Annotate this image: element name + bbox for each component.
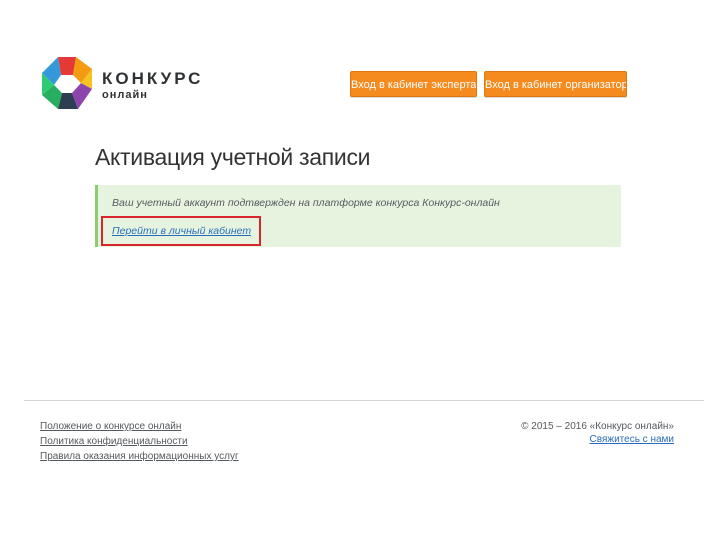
page-title: Активация учетной записи xyxy=(95,144,371,170)
organizer-login-button[interactable]: Вход в кабинет организатора xyxy=(484,71,627,97)
footer-divider xyxy=(24,400,704,401)
logo-flower-icon xyxy=(42,57,92,109)
success-notice: Ваш учетный аккаунт подтвержден на платф… xyxy=(95,185,621,247)
copyright-text: © 2015 – 2016 «Конкурс онлайн» xyxy=(521,421,674,432)
footer-link-regulations[interactable]: Положение о конкурсе онлайн xyxy=(40,421,181,432)
expert-login-button[interactable]: Вход в кабинет эксперта xyxy=(350,71,477,97)
personal-cabinet-link[interactable]: Перейти в личный кабинет xyxy=(112,225,251,237)
contact-link[interactable]: Свяжитесь с нами xyxy=(590,434,674,445)
footer-link-terms[interactable]: Правила оказания информационных услуг xyxy=(40,451,239,462)
footer-link-privacy[interactable]: Политика конфиденциальности xyxy=(40,436,188,447)
logo-subtitle: онлайн xyxy=(102,89,148,101)
notice-text: Ваш учетный аккаунт подтвержден на платф… xyxy=(112,197,500,209)
site-logo[interactable]: КОНКУРС онлайн xyxy=(38,55,200,113)
logo-title: КОНКУРС xyxy=(102,69,204,88)
